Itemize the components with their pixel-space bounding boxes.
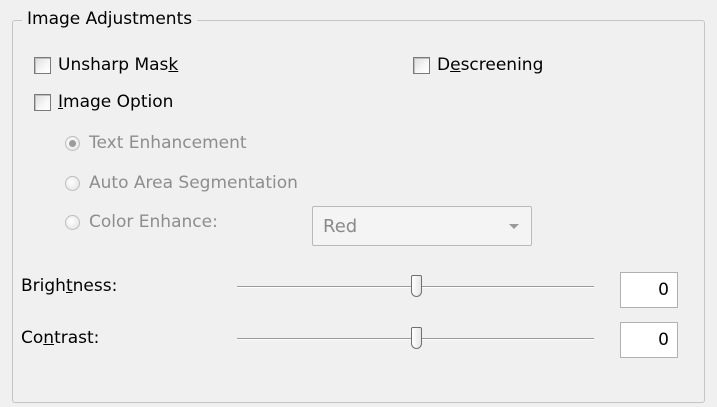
contrast-slider-thumb[interactable] — [410, 327, 422, 349]
color-enhance-select[interactable]: Red — [312, 206, 532, 246]
color-enhance-label: Color Enhance: — [89, 212, 218, 232]
unsharp-mask-label: Unsharp Mask — [58, 55, 179, 75]
text-enhancement-radio-circle[interactable] — [65, 135, 80, 151]
brightness-slider[interactable] — [237, 275, 594, 299]
contrast-value-field[interactable]: 0 — [620, 322, 678, 358]
contrast-label: Contrast: — [21, 328, 100, 348]
auto-area-segmentation-radio-circle[interactable] — [65, 175, 80, 191]
image-option-label: Image Option — [58, 92, 174, 112]
image-adjustments-panel: Image Adjustments Unsharp Mask Descreeni… — [0, 0, 717, 407]
auto-area-segmentation-label: Auto Area Segmentation — [89, 173, 298, 193]
descreening-label: Descreening — [437, 55, 544, 75]
brightness-value-field[interactable]: 0 — [620, 272, 678, 308]
brightness-slider-thumb[interactable] — [410, 275, 422, 297]
color-enhance-select-value: Red — [323, 215, 358, 237]
auto-area-segmentation-radio[interactable]: Auto Area Segmentation — [65, 172, 298, 194]
brightness-label: Brightness: — [21, 276, 118, 296]
descreening-checkbox[interactable]: Descreening — [413, 54, 543, 76]
unsharp-mask-checkbox[interactable]: Unsharp Mask — [34, 54, 178, 76]
text-enhancement-radio[interactable]: Text Enhancement — [65, 132, 247, 154]
descreening-checkbox-box[interactable] — [413, 56, 430, 74]
text-enhancement-label: Text Enhancement — [89, 133, 247, 153]
color-enhance-radio[interactable]: Color Enhance: — [65, 211, 218, 233]
image-option-checkbox-box[interactable] — [34, 93, 51, 111]
contrast-slider[interactable] — [237, 327, 594, 351]
unsharp-mask-checkbox-box[interactable] — [34, 56, 51, 74]
chevron-down-icon[interactable] — [509, 223, 519, 229]
group-title: Image Adjustments — [22, 8, 198, 30]
color-enhance-radio-circle[interactable] — [65, 214, 80, 230]
image-option-checkbox[interactable]: Image Option — [34, 91, 173, 113]
